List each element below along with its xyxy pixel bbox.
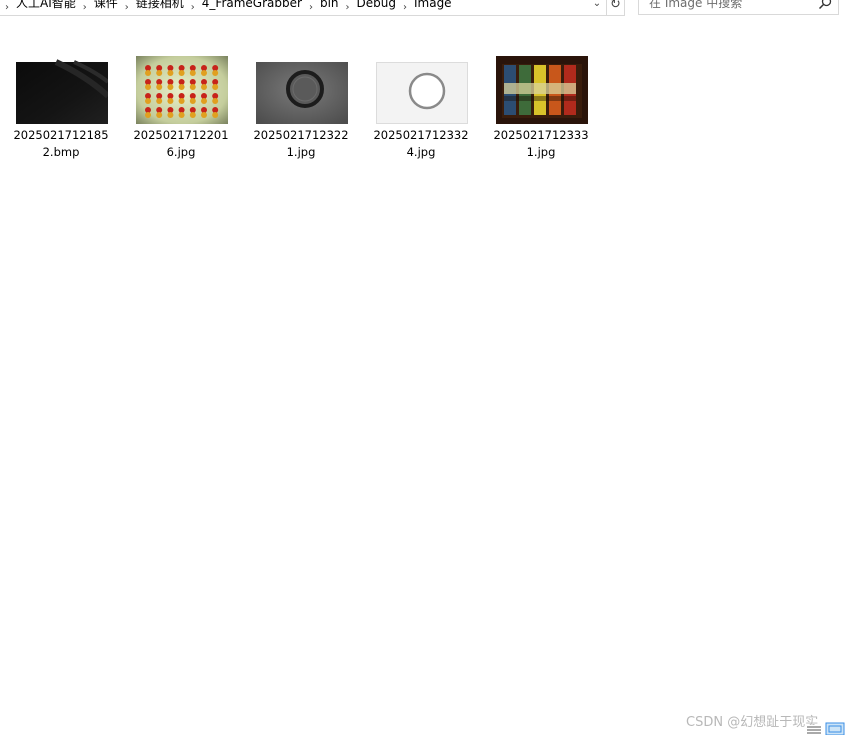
- refresh-icon[interactable]: ↻: [606, 0, 624, 15]
- capsule-bottom: [201, 70, 207, 76]
- file-item[interactable]: 2025021712201 6.jpg: [121, 56, 241, 166]
- address-bar[interactable]: › 人工AI智能 › 课件 › 链接相机 › 4_FrameGrabber › …: [0, 0, 625, 16]
- image-thumbnail: [16, 59, 108, 124]
- watermark: CSDN @幻想趾于现实: [686, 715, 819, 730]
- capsule-bottom: [189, 84, 196, 90]
- capsule-bottom: [167, 98, 174, 104]
- breadcrumb-item-ai[interactable]: 人工AI智能: [14, 0, 78, 9]
- breadcrumb-item-bin[interactable]: bin: [318, 0, 341, 9]
- capsule-bottom: [212, 84, 219, 90]
- file-name: 2025021712332 4.jpg: [361, 127, 481, 161]
- breadcrumb-item-framegrabber[interactable]: 4_FrameGrabber: [200, 0, 304, 9]
- capsule-bottom: [167, 84, 174, 90]
- file-name-line2: 1.jpg: [286, 145, 316, 159]
- file-name-line2: 6.jpg: [166, 145, 196, 159]
- capsule-bottom: [156, 112, 163, 118]
- file-name-line1: 2025021712332: [373, 128, 469, 142]
- image-thumbnail: [376, 62, 468, 124]
- capsule-bottom: [167, 112, 174, 118]
- capsule-bottom: [212, 70, 219, 76]
- capsule-bottom: [156, 70, 163, 76]
- breadcrumb: › 人工AI智能 › 课件 › 链接相机 › 4_FrameGrabber › …: [0, 0, 454, 15]
- capsule-bottom: [178, 98, 185, 104]
- chevron-right-icon[interactable]: ›: [120, 2, 134, 13]
- image-thumbnail: [256, 62, 348, 124]
- capsule-bottom: [201, 112, 207, 118]
- file-item[interactable]: 2025021712332 4.jpg: [361, 56, 481, 166]
- capsule-bottom: [212, 98, 219, 104]
- capsule-bottom: [189, 112, 196, 118]
- chevron-right-icon[interactable]: ›: [398, 2, 412, 13]
- file-name: 2025021712333 1.jpg: [481, 127, 601, 161]
- image-thumbnail: [496, 56, 588, 124]
- capsule-bottom: [145, 70, 151, 76]
- search-icon[interactable]: [818, 0, 832, 10]
- chevron-right-icon[interactable]: ›: [78, 2, 92, 13]
- chevron-down-icon[interactable]: ⌄: [590, 0, 604, 14]
- capsule-bottom: [156, 84, 163, 90]
- chevron-right-icon[interactable]: ›: [304, 2, 318, 13]
- breadcrumb-item-courseware[interactable]: 课件: [92, 0, 120, 9]
- file-item[interactable]: 2025021712322 1.jpg: [241, 56, 361, 166]
- capsule-bottom: [156, 98, 163, 104]
- file-name-line1: 2025021712201: [133, 128, 229, 142]
- file-name-line2: 2.bmp: [42, 145, 80, 159]
- breadcrumb-item-image[interactable]: Image: [412, 0, 454, 9]
- capsule-bottom: [201, 98, 207, 104]
- details-view-icon: [806, 725, 822, 735]
- chevron-right-icon[interactable]: ›: [341, 2, 355, 13]
- file-name: 2025021712201 6.jpg: [121, 127, 241, 161]
- capsule-bottom: [189, 70, 196, 76]
- capsule-bottom: [167, 70, 174, 76]
- breadcrumb-item-camera[interactable]: 链接相机: [134, 0, 186, 9]
- capsule-bottom: [212, 112, 219, 118]
- file-item[interactable]: 2025021712333 1.jpg: [481, 56, 601, 166]
- capsule-bottom: [201, 84, 207, 90]
- capsule-bottom: [145, 98, 151, 104]
- capsule-bottom: [189, 98, 196, 104]
- capsule-bottom: [145, 112, 151, 118]
- file-name: 2025021712322 1.jpg: [241, 127, 361, 161]
- file-name: 2025021712185 2.bmp: [1, 127, 121, 161]
- file-name-line2: 1.jpg: [526, 145, 556, 159]
- capsule-bottom: [145, 84, 151, 90]
- chevron-right-icon[interactable]: ›: [0, 2, 14, 13]
- file-name-line1: 2025021712185: [13, 128, 109, 142]
- capsule-bottom: [178, 112, 185, 118]
- file-name-line1: 2025021712333: [493, 128, 589, 142]
- breadcrumb-item-debug[interactable]: Debug: [355, 0, 398, 9]
- search-input[interactable]: 在 Image 中搜索: [638, 0, 839, 15]
- search-placeholder: 在 Image 中搜索: [649, 0, 743, 10]
- image-thumbnail: [136, 56, 228, 124]
- file-item[interactable]: 2025021712185 2.bmp: [1, 56, 121, 166]
- file-name-line2: 4.jpg: [406, 145, 436, 159]
- large-icons-view-icon: [825, 722, 845, 735]
- view-toggle-icons[interactable]: [806, 722, 845, 735]
- capsule-bottom: [178, 84, 185, 90]
- chevron-right-icon[interactable]: ›: [186, 2, 200, 13]
- capsule-bottom: [178, 70, 185, 76]
- file-name-line1: 2025021712322: [253, 128, 349, 142]
